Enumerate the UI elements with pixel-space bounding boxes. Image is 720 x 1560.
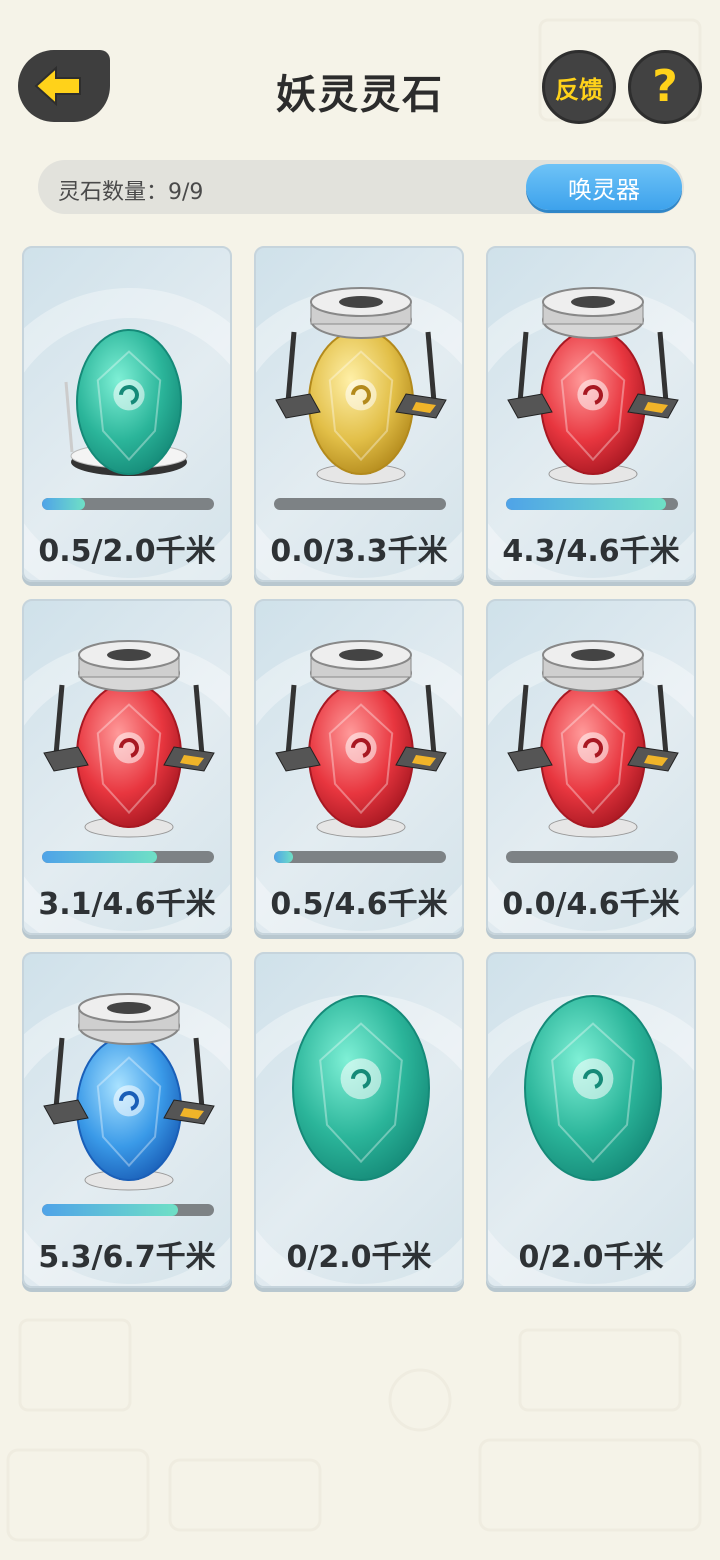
egg-card[interactable]: 5.3/6.7千米	[22, 952, 232, 1288]
distance-label: 3.1/4.6千米	[38, 887, 216, 922]
distance-progress-fill	[42, 1204, 178, 1216]
distance-label: 0/2.0千米	[518, 1240, 664, 1275]
egg-image	[43, 640, 215, 838]
egg-image	[524, 995, 662, 1181]
distance-progress-bar	[42, 851, 214, 863]
egg-card[interactable]: 4.3/4.6千米	[486, 246, 696, 582]
distance-progress-fill	[274, 851, 293, 863]
distance-label: 4.3/4.6千米	[502, 534, 680, 569]
egg-image	[507, 287, 679, 485]
egg-card[interactable]: 0.5/4.6千米	[254, 599, 464, 935]
distance-progress-fill	[506, 498, 666, 510]
distance-progress-bar	[506, 498, 678, 510]
distance-progress-fill	[42, 851, 158, 863]
distance-progress-bar	[274, 851, 446, 863]
stone-count-label: 灵石数量：9/9	[58, 180, 204, 205]
egg-card[interactable]: 0.0/3.3千米	[254, 246, 464, 582]
distance-progress-fill	[42, 498, 85, 510]
egg-image	[64, 329, 188, 476]
distance-label: 5.3/6.7千米	[38, 1240, 216, 1275]
distance-progress-bar	[506, 851, 678, 863]
feedback-label: 反馈	[555, 75, 603, 104]
egg-card[interactable]: 0/2.0千米	[254, 952, 464, 1288]
egg-image	[292, 995, 430, 1181]
distance-progress-bar	[42, 1204, 214, 1216]
distance-label: 0.0/4.6千米	[502, 887, 680, 922]
egg-card[interactable]: 0.5/2.0千米	[22, 246, 232, 582]
feedback-button[interactable]: 反馈	[542, 50, 616, 124]
egg-card[interactable]: 0/2.0千米	[486, 952, 696, 1288]
distance-label: 0.0/3.3千米	[270, 534, 448, 569]
egg-image	[43, 993, 215, 1191]
distance-label: 0.5/2.0千米	[38, 534, 216, 569]
summon-device-button[interactable]: 唤灵器	[526, 164, 682, 210]
egg-card[interactable]: 0.0/4.6千米	[486, 599, 696, 935]
help-button[interactable]: ?	[628, 50, 702, 124]
egg-image	[507, 640, 679, 838]
help-icon: ?	[652, 61, 678, 112]
egg-image	[275, 640, 447, 838]
distance-label: 0.5/4.6千米	[270, 887, 448, 922]
distance-progress-bar	[274, 498, 446, 510]
distance-label: 0/2.0千米	[286, 1240, 432, 1275]
egg-card[interactable]: 3.1/4.6千米	[22, 599, 232, 935]
distance-progress-bar	[42, 498, 214, 510]
egg-image	[275, 287, 447, 485]
